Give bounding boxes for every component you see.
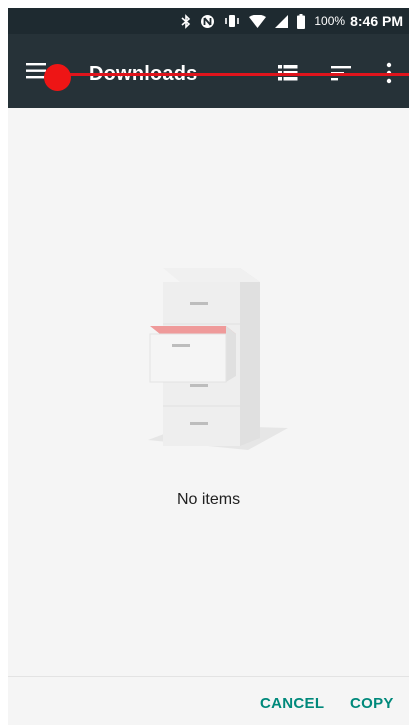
touch-indicator-dot: [44, 64, 71, 91]
file-cabinet-illustration: [128, 260, 288, 455]
app-screen: 100% 8:46 PM Downloads No items CANCEL C…: [8, 8, 409, 725]
copy-button[interactable]: COPY: [350, 695, 394, 712]
nfc-icon: [200, 14, 215, 29]
wifi-icon: [249, 14, 267, 28]
vibrate-icon: [224, 14, 240, 28]
cancel-button[interactable]: CANCEL: [260, 695, 324, 712]
bottom-action-bar: CANCEL COPY: [8, 676, 409, 725]
signal-icon: [275, 14, 289, 28]
bluetooth-icon: [181, 13, 191, 29]
status-time: 8:46 PM: [350, 13, 403, 29]
status-bar: 100% 8:46 PM: [8, 8, 409, 34]
empty-state-message: No items: [176, 491, 241, 508]
battery-icon: [297, 13, 306, 29]
touch-trace-line: [51, 73, 409, 76]
battery-percent: 100%: [314, 14, 346, 28]
